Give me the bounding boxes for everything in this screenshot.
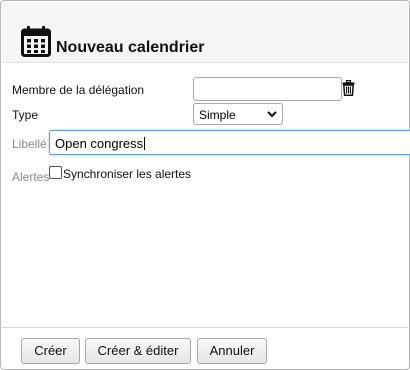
sync-alerts-checkbox[interactable] xyxy=(49,166,62,179)
footer-divider xyxy=(2,327,408,328)
text-cursor xyxy=(144,137,146,150)
sync-alerts-label[interactable]: Synchroniser les alertes xyxy=(63,167,191,181)
create-button[interactable]: Créer xyxy=(21,338,80,364)
alertes-label: Alertes xyxy=(12,170,50,184)
dialog-header: Nouveau calendrier xyxy=(2,2,408,63)
libelle-label: Libellé xyxy=(12,137,47,151)
new-calendar-dialog: Nouveau calendrier Membre de la délégati… xyxy=(0,0,410,370)
type-select-value: Simple xyxy=(199,108,236,122)
trash-icon[interactable] xyxy=(342,80,355,96)
create-and-edit-button[interactable]: Créer & éditer xyxy=(85,338,191,364)
dialog-title: Nouveau calendrier xyxy=(56,39,205,56)
cancel-button[interactable]: Annuler xyxy=(197,338,267,364)
member-input[interactable] xyxy=(193,77,342,101)
type-label: Type xyxy=(12,108,39,122)
calendar-icon xyxy=(21,26,51,57)
libelle-input[interactable]: Open congress xyxy=(49,130,410,155)
libelle-input-value: Open congress xyxy=(55,136,144,151)
type-select[interactable]: Simple xyxy=(193,103,283,125)
chevron-down-icon xyxy=(267,111,277,118)
member-label: Membre de la délégation xyxy=(12,83,145,97)
